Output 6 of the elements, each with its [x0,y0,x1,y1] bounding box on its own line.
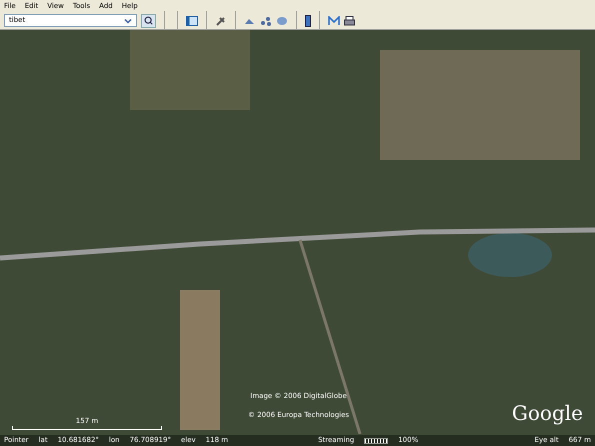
search-icon [144,16,153,25]
search-button[interactable] [141,14,156,28]
sidebar-icon[interactable] [186,16,198,26]
google-logo: Google [512,400,583,427]
dropdown-caret-icon[interactable] [124,16,132,24]
print-icon[interactable] [344,16,355,26]
